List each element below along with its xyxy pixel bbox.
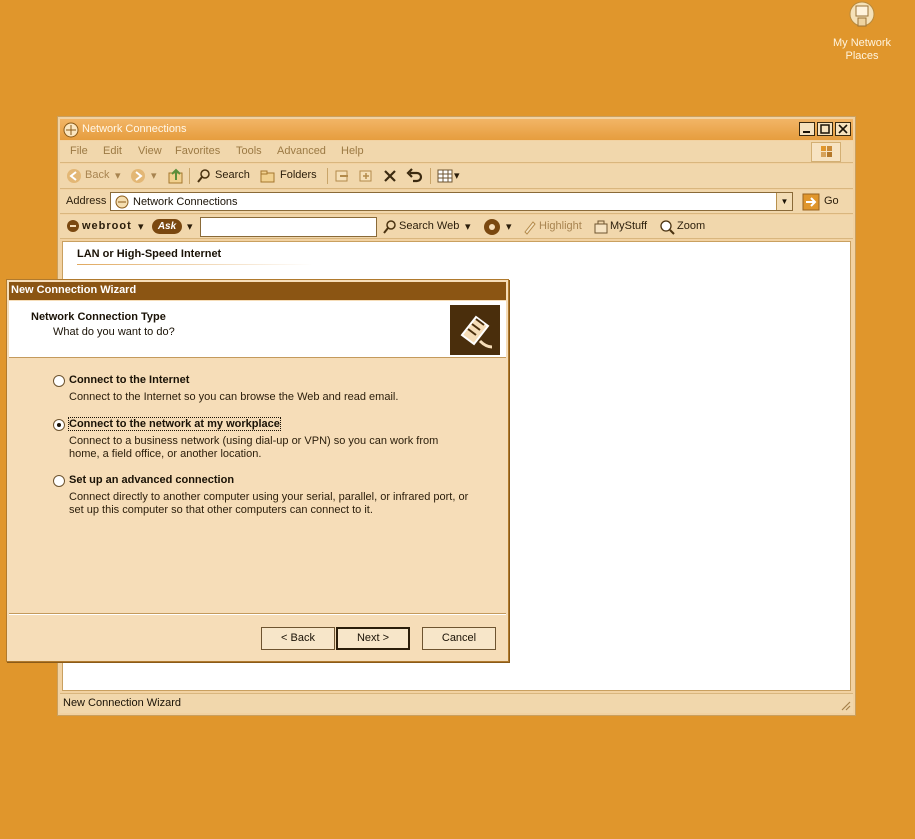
circle-dropdown-icon[interactable]: ▾ (506, 220, 512, 233)
wizard-divider (9, 613, 506, 615)
radio-connect-internet[interactable] (53, 375, 65, 387)
folders-button[interactable]: Folders (280, 169, 317, 181)
menu-view[interactable]: View (138, 145, 162, 157)
mystuff-icon (594, 220, 608, 234)
standard-toolbar: Back ▾ ▾ Search Folders ▾ (60, 164, 853, 189)
webroot-circle-icon[interactable] (483, 218, 501, 236)
search-icon (197, 169, 210, 183)
network-cable-icon (460, 315, 493, 349)
address-value: Network Connections (133, 196, 238, 208)
radio-advanced-connection[interactable] (53, 475, 65, 487)
wizard-header-title: Network Connection Type (31, 311, 166, 323)
webroot-dropdown-icon[interactable]: ▾ (138, 220, 144, 233)
network-connections-icon (115, 195, 129, 209)
option-description: Connect to the Internet so you can brows… (69, 391, 399, 403)
cancel-button[interactable]: Cancel (422, 627, 496, 650)
address-dropdown-icon[interactable]: ▼ (776, 193, 792, 210)
network-connections-icon (63, 122, 79, 138)
close-icon (838, 124, 848, 134)
wizard-header-subtitle: What do you want to do? (53, 326, 175, 338)
option-description: Connect to a business network (using dia… (69, 435, 439, 460)
address-input[interactable]: Network Connections ▼ (110, 192, 793, 211)
group-title-lan: LAN or High-Speed Internet (77, 248, 222, 260)
highlight-pen-icon (524, 221, 536, 235)
forward-dropdown-icon[interactable]: ▾ (151, 169, 157, 182)
maximize-button[interactable] (817, 122, 833, 136)
search-web-icon (383, 220, 396, 234)
option-label[interactable]: Set up an advanced connection (69, 474, 234, 486)
up-folder-icon[interactable] (167, 167, 185, 185)
ask-logo[interactable]: Ask (152, 219, 182, 234)
minimize-button[interactable] (799, 122, 815, 136)
menu-bar: File Edit View Favorites Tools Advanced … (60, 141, 853, 163)
new-connection-wizard-dialog: New Connection Wizard Network Connection… (6, 279, 509, 662)
window-titlebar[interactable]: Network Connections (60, 119, 853, 140)
webroot-logo-icon (67, 220, 79, 232)
window-title: Network Connections (82, 123, 187, 135)
menu-favorites[interactable]: Favorites (175, 145, 220, 157)
search-web-dropdown-icon[interactable]: ▾ (465, 220, 471, 233)
menu-file[interactable]: File (70, 145, 88, 157)
option-label[interactable]: Connect to the Internet (69, 374, 189, 386)
zoom-icon (660, 220, 675, 235)
network-places-icon (849, 1, 875, 27)
next-button[interactable]: Next > (336, 627, 410, 650)
undo-icon[interactable] (406, 167, 424, 185)
ask-dropdown-icon[interactable]: ▾ (187, 220, 193, 233)
back-button[interactable]: Back (85, 169, 109, 181)
maximize-icon (820, 124, 830, 134)
webroot-toolbar: webroot ▾ Ask ▾ Search Web ▾ ▾ Highlight… (60, 215, 853, 239)
views-dropdown-icon[interactable]: ▾ (454, 169, 460, 182)
status-text: New Connection Wizard (63, 697, 181, 709)
menu-advanced[interactable]: Advanced (277, 145, 326, 157)
option-label[interactable]: Connect to the network at my workplace (68, 417, 281, 431)
windows-flag-icon (821, 146, 832, 157)
close-button[interactable] (835, 122, 851, 136)
menu-help[interactable]: Help (341, 145, 364, 157)
option-description: Connect directly to another computer usi… (69, 491, 469, 516)
mystuff-button[interactable]: MyStuff (610, 220, 647, 232)
forward-arrow-icon[interactable] (130, 168, 146, 184)
wizard-header-image (450, 305, 500, 355)
menu-edit[interactable]: Edit (103, 145, 122, 157)
webroot-brand[interactable]: webroot (82, 220, 132, 232)
back-arrow-icon (67, 169, 81, 183)
highlight-button[interactable]: Highlight (539, 220, 582, 232)
delete-icon[interactable] (382, 168, 398, 184)
search-button[interactable]: Search (215, 169, 250, 181)
wizard-title: New Connection Wizard (11, 284, 137, 296)
zoom-button[interactable]: Zoom (677, 220, 705, 232)
folders-icon (260, 170, 275, 183)
wizard-header: Network Connection Type What do you want… (9, 301, 506, 358)
windows-logo (811, 142, 841, 162)
menu-tools[interactable]: Tools (236, 145, 262, 157)
wizard-titlebar[interactable]: New Connection Wizard (9, 282, 506, 300)
web-search-input[interactable] (200, 217, 377, 237)
group-divider (77, 264, 313, 265)
go-button[interactable]: Go (824, 195, 839, 207)
address-bar: Address Network Connections ▼ Go (60, 190, 853, 214)
go-arrow-icon[interactable] (802, 193, 820, 211)
back-dropdown-icon[interactable]: ▾ (115, 169, 121, 182)
minimize-icon (803, 131, 810, 133)
status-bar: New Connection Wizard (60, 693, 853, 713)
search-web-button[interactable]: Search Web (399, 220, 459, 232)
desktop-icon-label: My Network Places (832, 37, 892, 62)
radio-connect-workplace[interactable] (53, 419, 65, 431)
copy-to-icon[interactable] (358, 168, 374, 184)
resize-grip-icon[interactable] (839, 699, 851, 711)
desktop-icon-my-network-places[interactable]: My Network Places (826, 0, 898, 63)
move-to-icon[interactable] (334, 168, 350, 184)
views-icon[interactable] (437, 168, 455, 184)
address-label: Address (66, 195, 107, 207)
back-button[interactable]: < Back (261, 627, 335, 650)
